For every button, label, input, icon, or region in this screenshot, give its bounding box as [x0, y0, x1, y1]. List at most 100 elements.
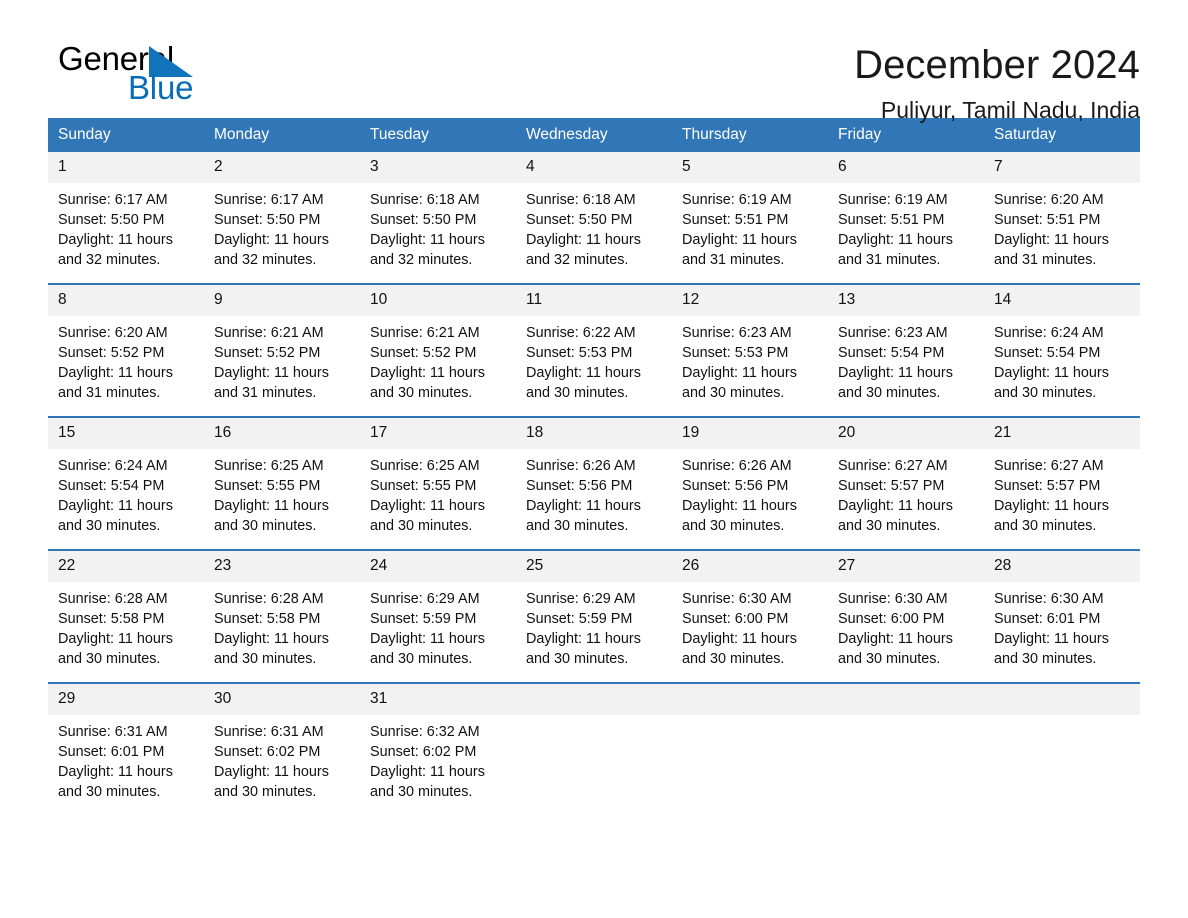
- day-number: 21: [984, 418, 1140, 449]
- day-number: 6: [828, 152, 984, 183]
- day-sun-info: Sunrise: 6:21 AM Sunset: 5:52 PM Dayligh…: [370, 325, 485, 401]
- day-number: 29: [48, 684, 204, 715]
- day-sun-info: Sunrise: 6:28 AM Sunset: 5:58 PM Dayligh…: [58, 591, 173, 667]
- calendar-day-cell[interactable]: 4 Sunrise: 6:18 AM Sunset: 5:50 PM Dayli…: [516, 152, 672, 284]
- calendar-week-row: 29 Sunrise: 6:31 AM Sunset: 6:01 PM Dayl…: [48, 683, 1140, 815]
- day-sun-info: Sunrise: 6:31 AM Sunset: 6:01 PM Dayligh…: [58, 724, 173, 800]
- day-sun-info: Sunrise: 6:25 AM Sunset: 5:55 PM Dayligh…: [214, 458, 329, 534]
- day-sun-info: Sunrise: 6:25 AM Sunset: 5:55 PM Dayligh…: [370, 458, 485, 534]
- day-number: 24: [360, 551, 516, 582]
- day-number: [672, 684, 828, 715]
- day-number: [984, 684, 1140, 715]
- calendar-day-cell[interactable]: 5 Sunrise: 6:19 AM Sunset: 5:51 PM Dayli…: [672, 152, 828, 284]
- day-number: 20: [828, 418, 984, 449]
- day-sun-info: Sunrise: 6:26 AM Sunset: 5:56 PM Dayligh…: [526, 458, 641, 534]
- day-number: 15: [48, 418, 204, 449]
- page-header: General Blue December 2024 Puliyur, Tami…: [48, 0, 1140, 123]
- day-sun-info: Sunrise: 6:20 AM Sunset: 5:52 PM Dayligh…: [58, 325, 173, 401]
- day-sun-info: Sunrise: 6:29 AM Sunset: 5:59 PM Dayligh…: [370, 591, 485, 667]
- calendar-day-cell[interactable]: 7 Sunrise: 6:20 AM Sunset: 5:51 PM Dayli…: [984, 152, 1140, 284]
- day-sun-info: Sunrise: 6:29 AM Sunset: 5:59 PM Dayligh…: [526, 591, 641, 667]
- calendar-day-cell[interactable]: 30 Sunrise: 6:31 AM Sunset: 6:02 PM Dayl…: [204, 683, 360, 815]
- day-number: 8: [48, 285, 204, 316]
- day-number: 25: [516, 551, 672, 582]
- calendar-day-cell[interactable]: 24 Sunrise: 6:29 AM Sunset: 5:59 PM Dayl…: [360, 550, 516, 683]
- day-number: 17: [360, 418, 516, 449]
- calendar-day-cell-empty: [984, 683, 1140, 815]
- calendar-week-row: 15 Sunrise: 6:24 AM Sunset: 5:54 PM Dayl…: [48, 417, 1140, 550]
- calendar-day-cell[interactable]: 21 Sunrise: 6:27 AM Sunset: 5:57 PM Dayl…: [984, 417, 1140, 550]
- day-sun-info: Sunrise: 6:17 AM Sunset: 5:50 PM Dayligh…: [58, 192, 173, 268]
- day-number: 19: [672, 418, 828, 449]
- calendar-body: 1 Sunrise: 6:17 AM Sunset: 5:50 PM Dayli…: [48, 152, 1140, 815]
- calendar-day-cell[interactable]: 26 Sunrise: 6:30 AM Sunset: 6:00 PM Dayl…: [672, 550, 828, 683]
- day-number: 2: [204, 152, 360, 183]
- calendar-day-cell[interactable]: 15 Sunrise: 6:24 AM Sunset: 5:54 PM Dayl…: [48, 417, 204, 550]
- day-number: 31: [360, 684, 516, 715]
- day-number: 4: [516, 152, 672, 183]
- day-number: 13: [828, 285, 984, 316]
- calendar-day-cell[interactable]: 29 Sunrise: 6:31 AM Sunset: 6:01 PM Dayl…: [48, 683, 204, 815]
- title-block: December 2024 Puliyur, Tamil Nadu, India: [308, 42, 1140, 123]
- day-number: 1: [48, 152, 204, 183]
- calendar-week-row: 1 Sunrise: 6:17 AM Sunset: 5:50 PM Dayli…: [48, 152, 1140, 284]
- day-number: 28: [984, 551, 1140, 582]
- calendar-day-cell[interactable]: 13 Sunrise: 6:23 AM Sunset: 5:54 PM Dayl…: [828, 284, 984, 417]
- calendar-day-cell[interactable]: 10 Sunrise: 6:21 AM Sunset: 5:52 PM Dayl…: [360, 284, 516, 417]
- page-title: December 2024: [854, 43, 1140, 87]
- day-sun-info: Sunrise: 6:21 AM Sunset: 5:52 PM Dayligh…: [214, 325, 329, 401]
- calendar-day-cell[interactable]: 1 Sunrise: 6:17 AM Sunset: 5:50 PM Dayli…: [48, 152, 204, 284]
- day-sun-info: Sunrise: 6:28 AM Sunset: 5:58 PM Dayligh…: [214, 591, 329, 667]
- calendar-day-cell[interactable]: 6 Sunrise: 6:19 AM Sunset: 5:51 PM Dayli…: [828, 152, 984, 284]
- calendar-day-cell[interactable]: 8 Sunrise: 6:20 AM Sunset: 5:52 PM Dayli…: [48, 284, 204, 417]
- weekday-header-sunday: Sunday: [48, 118, 204, 152]
- day-number: 9: [204, 285, 360, 316]
- day-number: 10: [360, 285, 516, 316]
- calendar-day-cell[interactable]: 28 Sunrise: 6:30 AM Sunset: 6:01 PM Dayl…: [984, 550, 1140, 683]
- day-sun-info: Sunrise: 6:26 AM Sunset: 5:56 PM Dayligh…: [682, 458, 797, 534]
- calendar-day-cell[interactable]: 9 Sunrise: 6:21 AM Sunset: 5:52 PM Dayli…: [204, 284, 360, 417]
- day-sun-info: Sunrise: 6:18 AM Sunset: 5:50 PM Dayligh…: [526, 192, 641, 268]
- day-sun-info: Sunrise: 6:30 AM Sunset: 6:01 PM Dayligh…: [994, 591, 1109, 667]
- calendar-day-cell[interactable]: 16 Sunrise: 6:25 AM Sunset: 5:55 PM Dayl…: [204, 417, 360, 550]
- day-sun-info: Sunrise: 6:23 AM Sunset: 5:53 PM Dayligh…: [682, 325, 797, 401]
- day-sun-info: Sunrise: 6:27 AM Sunset: 5:57 PM Dayligh…: [994, 458, 1109, 534]
- calendar-week-row: 22 Sunrise: 6:28 AM Sunset: 5:58 PM Dayl…: [48, 550, 1140, 683]
- day-number: 30: [204, 684, 360, 715]
- day-sun-info: Sunrise: 6:27 AM Sunset: 5:57 PM Dayligh…: [838, 458, 953, 534]
- day-number: 7: [984, 152, 1140, 183]
- calendar-day-cell[interactable]: 23 Sunrise: 6:28 AM Sunset: 5:58 PM Dayl…: [204, 550, 360, 683]
- day-sun-info: Sunrise: 6:22 AM Sunset: 5:53 PM Dayligh…: [526, 325, 641, 401]
- calendar-day-cell[interactable]: 22 Sunrise: 6:28 AM Sunset: 5:58 PM Dayl…: [48, 550, 204, 683]
- calendar-day-cell-empty: [672, 683, 828, 815]
- day-sun-info: Sunrise: 6:31 AM Sunset: 6:02 PM Dayligh…: [214, 724, 329, 800]
- location-subtitle: Puliyur, Tamil Nadu, India: [880, 97, 1140, 123]
- day-number: 23: [204, 551, 360, 582]
- calendar-day-cell[interactable]: 31 Sunrise: 6:32 AM Sunset: 6:02 PM Dayl…: [360, 683, 516, 815]
- day-number: 3: [360, 152, 516, 183]
- calendar-day-cell[interactable]: 18 Sunrise: 6:26 AM Sunset: 5:56 PM Dayl…: [516, 417, 672, 550]
- calendar-day-cell[interactable]: 25 Sunrise: 6:29 AM Sunset: 5:59 PM Dayl…: [516, 550, 672, 683]
- calendar-day-cell[interactable]: 27 Sunrise: 6:30 AM Sunset: 6:00 PM Dayl…: [828, 550, 984, 683]
- day-number: 14: [984, 285, 1140, 316]
- day-sun-info: Sunrise: 6:30 AM Sunset: 6:00 PM Dayligh…: [838, 591, 953, 667]
- calendar-day-cell[interactable]: 3 Sunrise: 6:18 AM Sunset: 5:50 PM Dayli…: [360, 152, 516, 284]
- calendar-day-cell[interactable]: 20 Sunrise: 6:27 AM Sunset: 5:57 PM Dayl…: [828, 417, 984, 550]
- brand-logo[interactable]: General Blue: [48, 42, 308, 106]
- calendar-day-cell[interactable]: 19 Sunrise: 6:26 AM Sunset: 5:56 PM Dayl…: [672, 417, 828, 550]
- day-sun-info: Sunrise: 6:23 AM Sunset: 5:54 PM Dayligh…: [838, 325, 953, 401]
- calendar-day-cell[interactable]: 17 Sunrise: 6:25 AM Sunset: 5:55 PM Dayl…: [360, 417, 516, 550]
- day-number: 27: [828, 551, 984, 582]
- day-number: 26: [672, 551, 828, 582]
- calendar-day-cell[interactable]: 12 Sunrise: 6:23 AM Sunset: 5:53 PM Dayl…: [672, 284, 828, 417]
- day-sun-info: Sunrise: 6:32 AM Sunset: 6:02 PM Dayligh…: [370, 724, 485, 800]
- day-number: 11: [516, 285, 672, 316]
- calendar-day-cell[interactable]: 14 Sunrise: 6:24 AM Sunset: 5:54 PM Dayl…: [984, 284, 1140, 417]
- day-sun-info: Sunrise: 6:20 AM Sunset: 5:51 PM Dayligh…: [994, 192, 1109, 268]
- day-sun-info: Sunrise: 6:17 AM Sunset: 5:50 PM Dayligh…: [214, 192, 329, 268]
- day-number: 18: [516, 418, 672, 449]
- calendar-week-row: 8 Sunrise: 6:20 AM Sunset: 5:52 PM Dayli…: [48, 284, 1140, 417]
- calendar-day-cell[interactable]: 2 Sunrise: 6:17 AM Sunset: 5:50 PM Dayli…: [204, 152, 360, 284]
- calendar-day-cell[interactable]: 11 Sunrise: 6:22 AM Sunset: 5:53 PM Dayl…: [516, 284, 672, 417]
- calendar-day-cell-empty: [516, 683, 672, 815]
